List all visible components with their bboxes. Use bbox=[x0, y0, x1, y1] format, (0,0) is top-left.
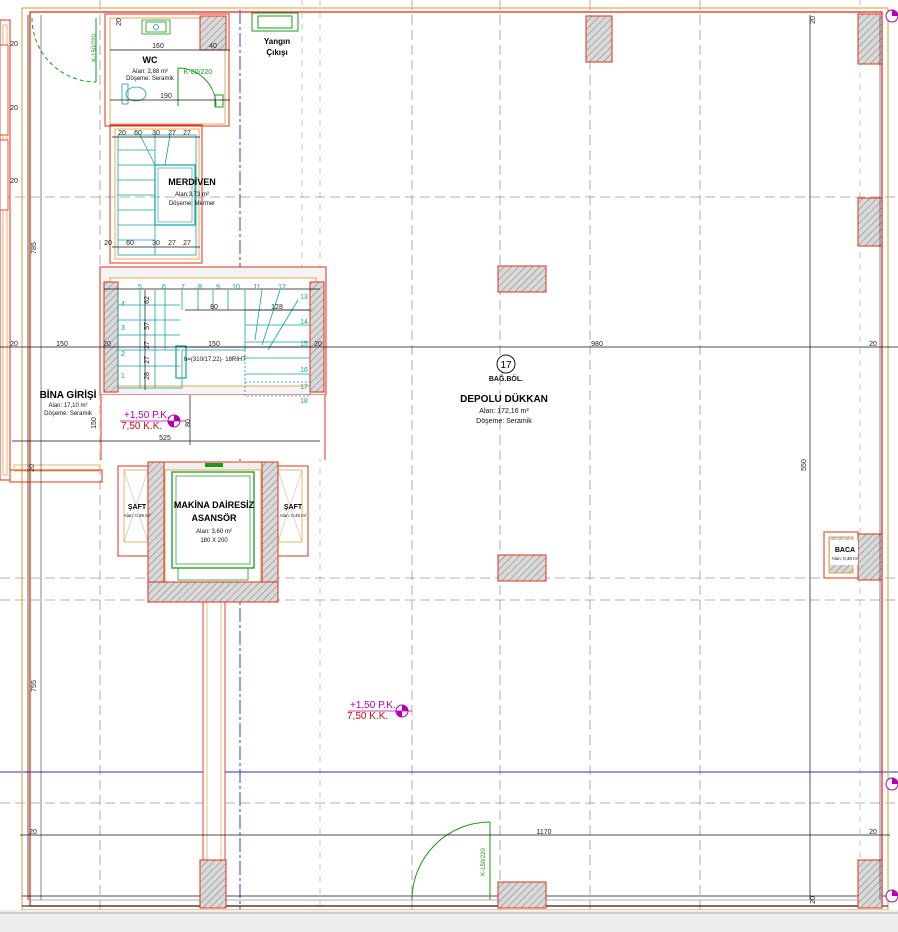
step-number: 9 bbox=[216, 284, 220, 291]
dim-stair-top-4: 27 bbox=[183, 130, 191, 137]
dim-stair-bottom-0: 20 bbox=[104, 240, 112, 247]
step-number: 4 bbox=[121, 301, 125, 308]
step-number: 12 bbox=[278, 284, 286, 291]
dim-wc-bottom: 190 bbox=[160, 93, 172, 100]
dim-left-20-a: 20 bbox=[10, 41, 18, 48]
dim-stair-top-1: 60 bbox=[134, 130, 142, 137]
door-left-label: K-150/220 bbox=[92, 34, 98, 62]
shaft-left-area: Alan: 0,49 m² bbox=[124, 513, 151, 518]
elevator-title-2: ASANSÖR bbox=[191, 513, 237, 523]
dim-right-20a: 20 bbox=[869, 341, 877, 348]
step-number: 18 bbox=[300, 398, 308, 405]
chimney-title: BACA bbox=[835, 547, 855, 554]
wc-title: WC bbox=[143, 55, 158, 65]
elevator-size: 180 X 200 bbox=[200, 538, 228, 544]
fire-exit-label-2: Çıkışı bbox=[266, 48, 287, 57]
dim-stair-top-3: 27 bbox=[168, 130, 176, 137]
level-2-pk: +1,50 P.K. bbox=[350, 700, 396, 711]
door-wc-label: K-80/220 bbox=[184, 69, 213, 76]
shop-area: Alan: 172,16 m² bbox=[479, 408, 529, 415]
dim-shop-20: 20 bbox=[314, 341, 322, 348]
dim-stair-mid-0: 80 bbox=[210, 304, 218, 311]
dim-stair-bottom-2: 30 bbox=[152, 240, 160, 247]
dim-wc-right: 40 bbox=[209, 43, 217, 50]
dim-left-stair-0: 62 bbox=[144, 296, 151, 304]
dim-wc-top-30: 20 bbox=[29, 464, 36, 472]
dim-80-vertical: 80 bbox=[185, 419, 192, 427]
step-number: 5 bbox=[138, 284, 142, 291]
dim-bottom-1170: 1170 bbox=[536, 829, 551, 836]
step-number: 13 bbox=[300, 294, 308, 301]
step-number: 1 bbox=[121, 373, 125, 380]
shop-floor: Döşeme: Seramik bbox=[476, 418, 532, 425]
dim-bottom-20: 20 bbox=[29, 829, 37, 836]
step-number: 7 bbox=[181, 284, 185, 291]
dim-width-20: 20 bbox=[103, 341, 111, 348]
stairs-floor: Döşeme: Mermer bbox=[169, 201, 215, 207]
shop-number: 17 bbox=[500, 360, 512, 371]
elevator-core bbox=[117, 461, 309, 903]
step-number: 2 bbox=[121, 351, 125, 358]
dim-left-785: 785 bbox=[31, 242, 38, 254]
stairs-title: MERDİVEN bbox=[168, 177, 216, 187]
dim-right-20d: 20 bbox=[810, 896, 817, 904]
step-number: 16 bbox=[300, 367, 308, 374]
dim-left-20-c: 20 bbox=[10, 178, 18, 185]
dim-left-755: 755 bbox=[31, 680, 38, 692]
dim-stair-top-2: 30 bbox=[152, 130, 160, 137]
step-number: 11 bbox=[253, 284, 260, 291]
dim-wc-width: 160 bbox=[152, 43, 164, 50]
dim-150-vertical: 150 bbox=[91, 417, 98, 429]
dim-left-20-b: 20 bbox=[10, 105, 18, 112]
shaft-right-area: Alan: 0,49 m² bbox=[280, 513, 307, 518]
dim-right-550: 550 bbox=[801, 459, 808, 471]
dim-left-20-d: 20 bbox=[10, 341, 18, 348]
axis-lines bbox=[0, 10, 898, 910]
dim-stair-bottom-1: 60 bbox=[126, 240, 134, 247]
entrance-title: BİNA GİRİŞİ bbox=[40, 388, 97, 401]
step-number: 10 bbox=[232, 284, 240, 291]
floor-plan: WC Alan: 2,88 m² Döşeme: Seramik MERDİVE… bbox=[0, 0, 898, 932]
dim-shop-980: 980 bbox=[591, 341, 603, 348]
shaft-right-title: ŞAFT bbox=[284, 504, 303, 511]
dim-wc-top-20: 20 bbox=[116, 18, 123, 26]
entrance-area: Alan: 17,10 m² bbox=[48, 403, 87, 409]
entrance-floor: Döşeme: Seramik bbox=[44, 411, 93, 417]
elevator-area: Alan: 3,60 m² bbox=[196, 529, 232, 535]
stairs-area: Alan:3,73 m² bbox=[175, 192, 209, 198]
dim-stair-top-0: 20 bbox=[118, 130, 126, 137]
grid-lines-secondary bbox=[301, 0, 861, 932]
dim-left-stair-1: 57 bbox=[144, 322, 151, 330]
dim-left-stair-4: 28 bbox=[144, 372, 151, 380]
dim-width-525: 525 bbox=[159, 435, 171, 442]
wc-floor: Döşeme: Seramik bbox=[126, 76, 175, 82]
fire-exit-label-1: Yangın bbox=[264, 37, 290, 46]
elevator-title-1: MAKİNA DAİRESİZ bbox=[174, 500, 255, 510]
step-number: 6 bbox=[162, 284, 166, 291]
chimney-area: Alan: 0,30 m² bbox=[832, 556, 859, 561]
level-1-pk: +1,50 P.K. bbox=[124, 410, 170, 421]
wc-area: Alan: 2,88 m² bbox=[132, 69, 168, 75]
shaft-left-title: ŞAFT bbox=[128, 504, 147, 511]
step-number: 14 bbox=[300, 319, 308, 326]
dim-stair-mid-1: 128 bbox=[271, 304, 283, 311]
step-number: 3 bbox=[121, 325, 125, 332]
step-number: 15 bbox=[300, 341, 308, 348]
dim-stair-mid-2: 150 bbox=[208, 341, 220, 348]
dim-stair-bottom-4: 27 bbox=[183, 240, 191, 247]
stair-formula: h=(310/17,22)· 18RIHT bbox=[184, 357, 246, 363]
dim-left-stair-2: 27 bbox=[144, 341, 151, 349]
dim-right-20b: 20 bbox=[869, 829, 877, 836]
dim-width-150: 150 bbox=[56, 341, 68, 348]
dim-left-stair-3: 27 bbox=[144, 356, 151, 364]
level-1-kk: 7,50 K.K. bbox=[121, 421, 162, 432]
step-number: 17 bbox=[300, 384, 308, 391]
dim-right-20c: 20 bbox=[810, 16, 817, 24]
shop-title: DEPOLU DÜKKAN bbox=[460, 392, 548, 405]
step-number: 8 bbox=[198, 284, 202, 291]
door-shop-label: K-150/220 bbox=[481, 848, 487, 876]
level-2-kk: 7,50 K.K. bbox=[347, 711, 388, 722]
shop-subtitle: BAĞ.BÖL. bbox=[489, 374, 523, 383]
dim-stair-bottom-3: 27 bbox=[168, 240, 176, 247]
